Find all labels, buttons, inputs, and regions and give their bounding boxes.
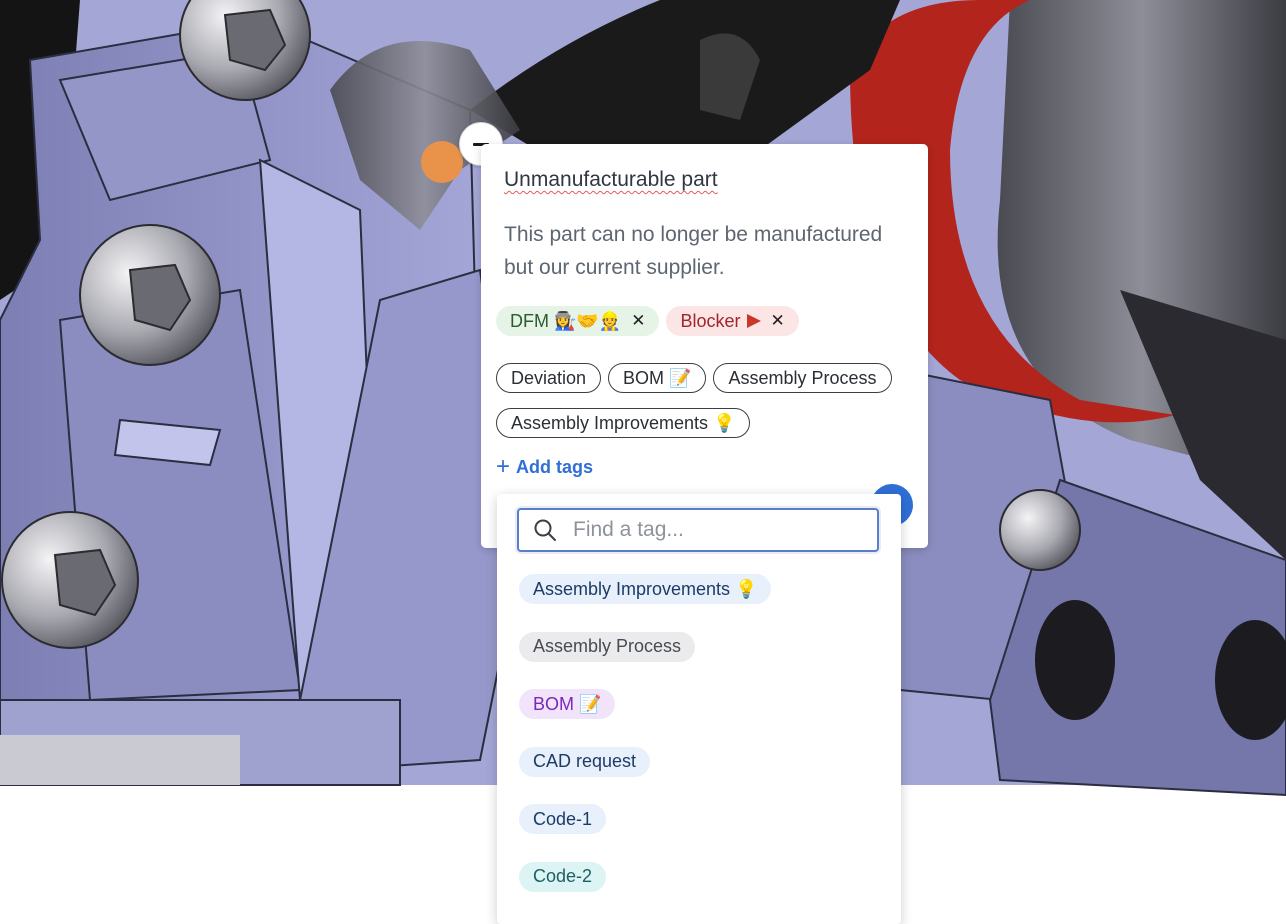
add-tags-button[interactable]: + Add tags [496,455,593,479]
suggested-tag[interactable]: BOM 📝 [608,363,707,393]
tag-option[interactable]: CAD request [519,746,651,777]
suggested-tag[interactable]: Assembly Process [713,363,892,393]
tag-dropdown: Assembly Improvements 💡 Assembly Process… [497,494,901,924]
suggested-tags: Deviation BOM 📝 Assembly Process Assembl… [496,363,916,438]
tag-options: Assembly Improvements 💡 Assembly Process… [519,574,772,919]
plus-icon: + [496,453,511,480]
comment-card: Unmanufacturable part This part can no l… [481,144,928,548]
close-icon[interactable]: ✕ [631,311,645,331]
tag-option[interactable]: Code-2 [519,861,607,892]
tag-search-input[interactable] [571,517,865,543]
tag-search-box[interactable] [517,508,879,552]
tag-option[interactable]: Assembly Improvements 💡 [519,574,772,604]
tag-option[interactable]: BOM 📝 [519,689,616,719]
tag-chip-dfm[interactable]: DFM 👩‍🏭🤝👷 ✕ [496,306,660,336]
tag-option[interactable]: Code-1 [519,804,607,834]
tag-option[interactable]: Assembly Process [519,631,696,662]
search-icon [534,519,556,541]
tag-label: Blocker [680,310,741,331]
suggested-tag[interactable]: Assembly Improvements 💡 [496,408,751,438]
annotation-marker[interactable] [421,141,463,183]
suggested-tag[interactable]: Deviation [496,363,602,393]
comment-body[interactable]: This part can no longer be manufactured … [504,218,914,284]
flag-icon [746,314,761,328]
tag-chip-blocker[interactable]: Blocker ✕ [666,306,799,336]
comment-title[interactable]: Unmanufacturable part [504,168,718,192]
close-icon[interactable]: ✕ [771,311,785,331]
add-tags-label: Add tags [516,456,594,477]
applied-tags: DFM 👩‍🏭🤝👷 ✕ Blocker ✕ [496,306,799,336]
tag-label: DFM 👩‍🏭🤝👷 [510,310,622,331]
